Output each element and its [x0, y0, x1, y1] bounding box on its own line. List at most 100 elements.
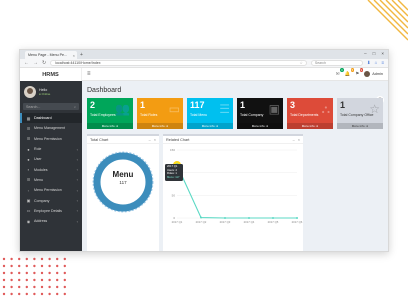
decorative-dot: [33, 278, 36, 282]
close-icon[interactable]: ×: [298, 138, 300, 142]
decorative-dot: [56, 278, 59, 282]
brand-logo[interactable]: HRMS: [20, 68, 82, 81]
sidebar-item-label: Menu Permission: [34, 188, 62, 193]
decorative-dot: [33, 285, 36, 289]
search-icon[interactable]: ⌕: [74, 105, 76, 109]
decorative-dot: [63, 285, 66, 289]
more-info-link[interactable]: More info ➔: [187, 123, 233, 129]
users-icon: 👥: [115, 102, 130, 116]
home-icon[interactable]: ⌂: [375, 60, 378, 66]
chevron-left-icon: ‹: [76, 146, 78, 152]
sidebar-item-user[interactable]: ● User ‹: [20, 154, 82, 164]
building-icon: ▣: [26, 198, 31, 204]
more-info-link[interactable]: More info ➔: [137, 123, 183, 129]
decorative-dot: [63, 271, 66, 275]
sidebar-item-dashboard[interactable]: ▦ Dashboard: [20, 113, 82, 124]
id-card-icon: ▭: [26, 208, 31, 214]
close-icon[interactable]: ×: [73, 53, 75, 58]
line-chart-svg: 0501001502017 Q12017 Q22017 Q32017 Q4201…: [170, 148, 303, 224]
stat-card[interactable]: ▣ 1 Total Company More info ➔: [237, 98, 283, 129]
stat-value: 117: [190, 100, 205, 110]
close-icon[interactable]: ×: [154, 138, 156, 142]
decorative-dot: [56, 264, 59, 268]
bookmark-star-icon[interactable]: ☆: [300, 61, 303, 65]
sidebar-item-address[interactable]: ◉ Address ‹: [20, 216, 82, 226]
sidebar-item-company[interactable]: ▣ Company ‹: [20, 195, 82, 205]
decorative-dot: [40, 271, 44, 275]
stat-card[interactable]: ☰ 117 Total Menu More info ➔: [187, 98, 233, 129]
admin-menu[interactable]: Admin: [364, 71, 383, 77]
minimize-icon[interactable]: –: [364, 51, 367, 56]
browser-tab[interactable]: Menu Page - Menu Pe... ×: [25, 51, 77, 59]
panel-tools: – ×: [293, 138, 300, 142]
sidebar-item-menu-permission[interactable]: ☰ Menu Permission: [20, 134, 82, 144]
sidebar-item-employee-details[interactable]: ▭ Employee Details ‹: [20, 206, 82, 216]
more-info-label: More info: [351, 124, 365, 128]
decorative-dot: [63, 257, 66, 261]
y-tick-label: 150: [170, 148, 175, 152]
stat-card[interactable]: ▭ 1 Total Roles More info ➔: [137, 98, 183, 129]
download-icon[interactable]: ⬇: [367, 60, 371, 66]
sidebar-item-role[interactable]: ● Role ‹: [20, 144, 82, 154]
sidebar-item-label: Employee Details: [34, 208, 62, 213]
decorative-dot: [10, 257, 13, 261]
sidebar-item-menu-permission-2[interactable]: ▫ Menu Permission ‹: [20, 185, 82, 195]
decorative-dot: [18, 257, 21, 261]
messages-badge: 4: [340, 68, 344, 72]
stat-value: 1: [340, 100, 346, 110]
panel-header: Total Chart – ×: [87, 136, 159, 144]
sidebar: HRMS Hello ● Online Search... ⌕ ▦ Dashboa…: [20, 68, 82, 251]
more-info-label: More info: [201, 124, 215, 128]
panel-title: Total Chart: [90, 137, 109, 142]
forward-icon[interactable]: →: [33, 60, 38, 66]
new-tab-icon[interactable]: +: [80, 52, 83, 58]
stat-card[interactable]: 👥 2 Total Employees More info ➔: [87, 98, 133, 129]
chevron-left-icon: ‹: [76, 208, 78, 214]
sidebar-item-menu[interactable]: ☰ Menu ‹: [20, 175, 82, 185]
decorative-dot: [56, 271, 59, 275]
menu-icon[interactable]: ≡: [381, 60, 384, 66]
stat-card[interactable]: ⛬ 3 Total Departments More info ➔: [287, 98, 333, 129]
collapse-icon[interactable]: –: [293, 138, 295, 142]
decorative-dot: [18, 285, 21, 289]
data-point: [248, 217, 250, 219]
decorative-dot: [48, 278, 51, 282]
decorative-stripes: [364, 0, 408, 46]
donut-chart: Menu 117: [89, 149, 157, 215]
stat-card[interactable]: ☆ 1 Total Company Office More info ➔: [337, 98, 383, 129]
decorative-dot: [40, 292, 44, 296]
hamburger-icon[interactable]: ≡: [87, 71, 91, 77]
stat-value: 1: [140, 100, 146, 110]
decorative-dot: [2, 292, 6, 296]
back-icon[interactable]: ←: [24, 60, 29, 66]
sidebar-item-menu-management[interactable]: ☰ Menu Management: [20, 123, 82, 133]
map-pin-icon: ◉: [26, 218, 31, 224]
collapse-icon[interactable]: –: [149, 138, 151, 142]
x-tick-label: 2017 Q5: [268, 220, 279, 224]
panel-tools: – ×: [149, 138, 156, 142]
admin-label: Admin: [372, 72, 383, 76]
url-field[interactable]: localhost:44110/Home/Index ☆: [50, 60, 307, 66]
window-close-icon[interactable]: ×: [381, 51, 384, 56]
arrow-circle-right-icon: ➔: [115, 124, 119, 128]
chevron-left-icon: ‹: [76, 156, 78, 162]
more-info-link[interactable]: More info ➔: [337, 123, 383, 129]
admin-avatar: [364, 71, 371, 77]
notifications-icon[interactable]: 🔔 5: [345, 68, 355, 77]
more-info-link[interactable]: More info ➔: [237, 123, 283, 129]
donut-label: Menu: [112, 170, 134, 179]
more-info-link[interactable]: More info ➔: [287, 123, 333, 129]
arrow-circle-right-icon: ➔: [265, 124, 269, 128]
sidebar-item-modules[interactable]: ▪ Modules ‹: [20, 164, 82, 174]
maximize-icon[interactable]: □: [373, 51, 376, 56]
flag-icon[interactable]: ⚑ 9: [355, 68, 364, 77]
messages-icon[interactable]: ✉ 4: [336, 68, 344, 77]
avatar: [24, 86, 36, 98]
tasks-badge: 9: [359, 68, 364, 72]
reload-icon[interactable]: ↻: [42, 60, 46, 66]
more-info-link[interactable]: More info ➔: [87, 123, 133, 129]
more-info-label: More info: [151, 124, 165, 128]
browser-search-field[interactable]: Search: [310, 60, 363, 66]
sidebar-search-input[interactable]: Search... ⌕: [23, 103, 79, 110]
decorative-dot: [40, 264, 44, 268]
